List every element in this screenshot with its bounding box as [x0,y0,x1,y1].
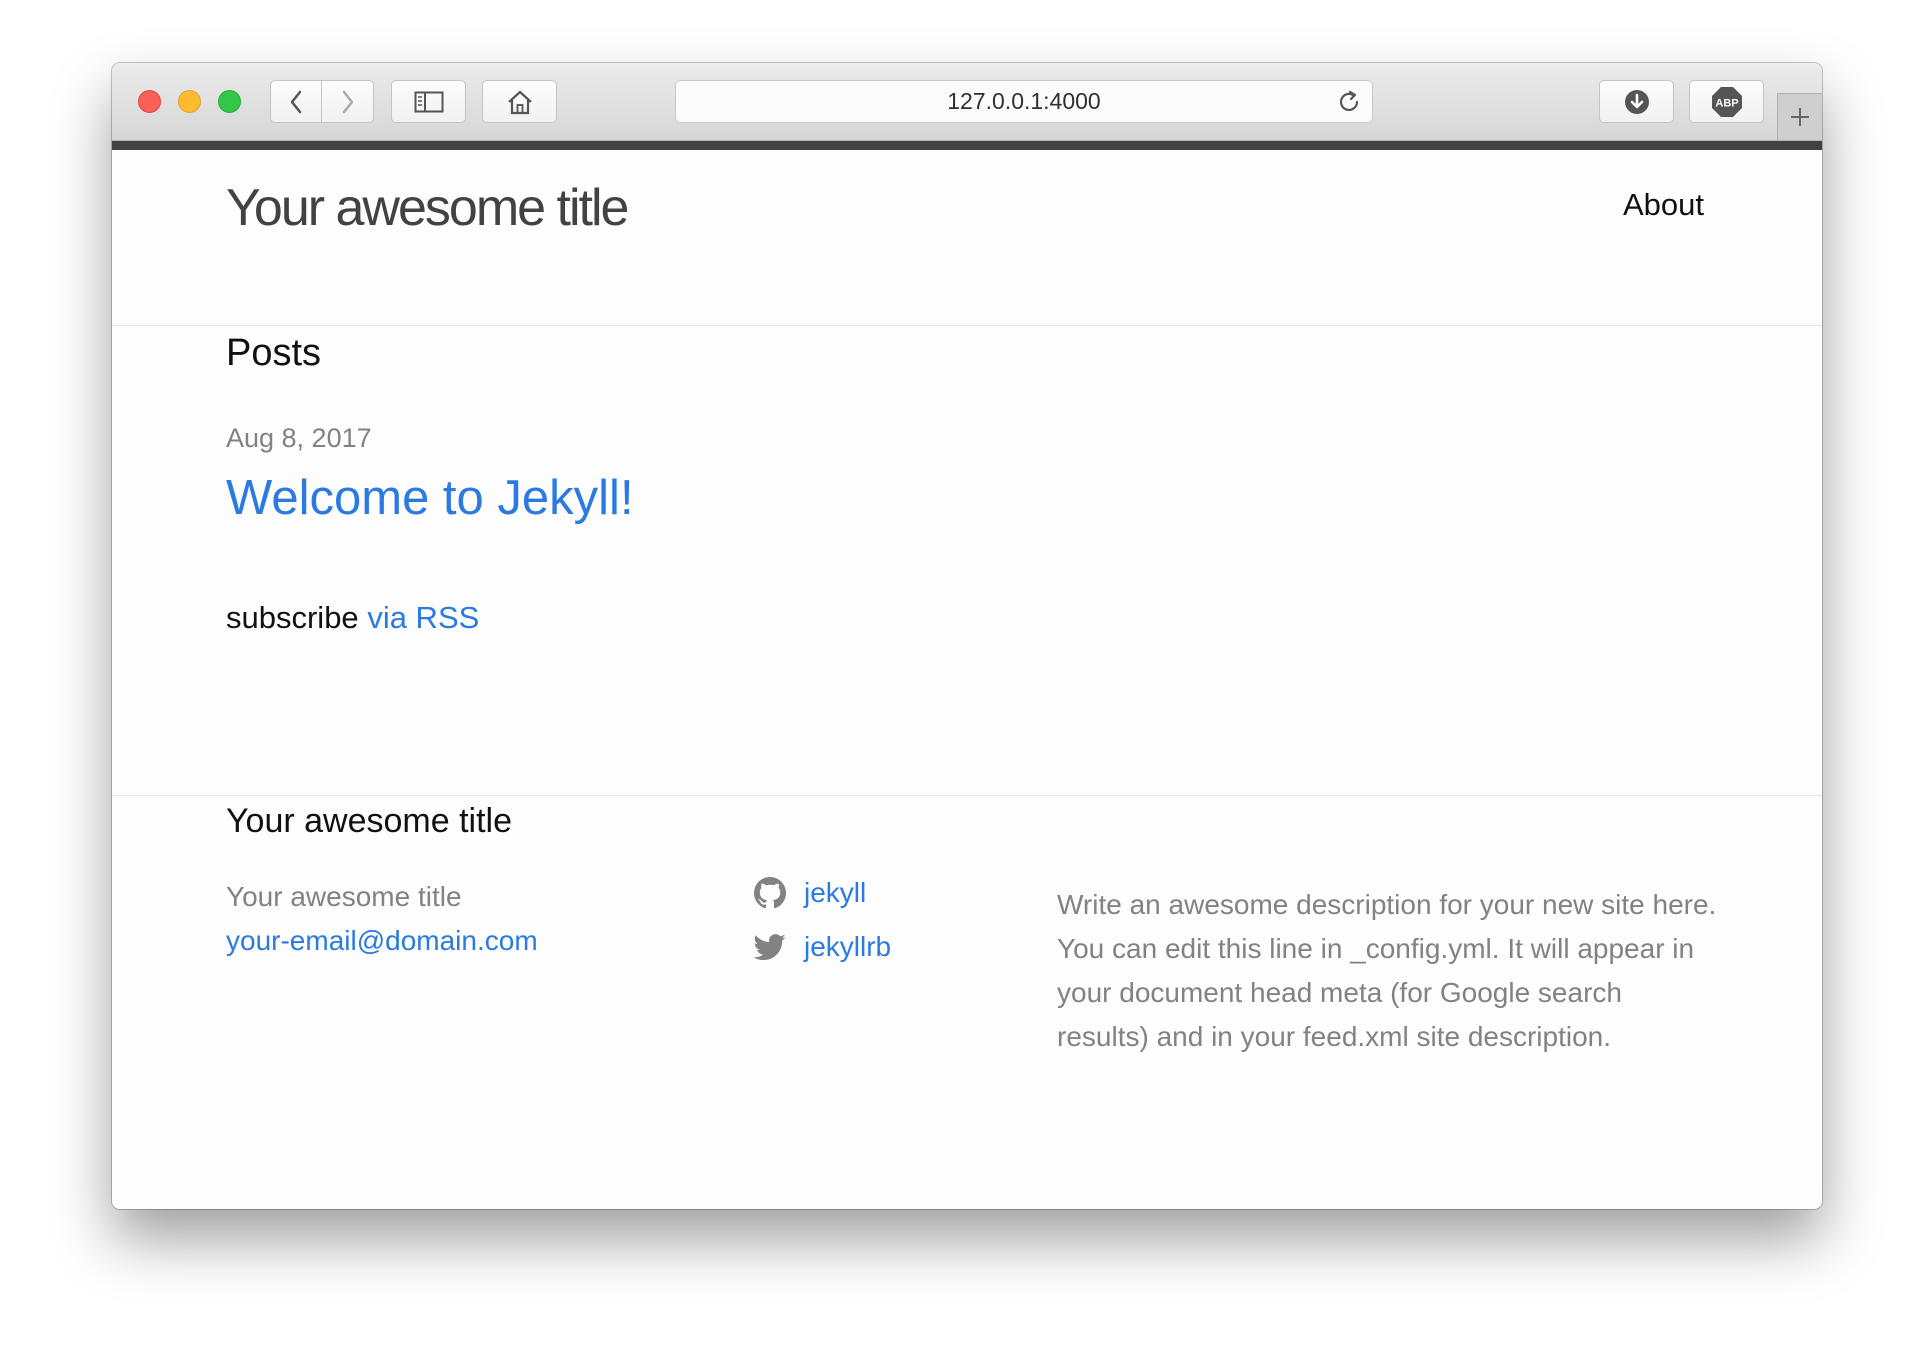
post-date: Aug 8, 2017 [226,423,372,453]
github-icon [754,877,786,909]
footer-heading: Your awesome title [226,802,513,840]
site-title[interactable]: Your awesome title [226,178,629,238]
footer-email-link[interactable]: your-email@domain.com [226,925,538,957]
header-divider [112,325,1822,326]
minimize-window-button[interactable] [178,90,201,113]
sidebar-icon [414,91,443,112]
browser-toolbar: 127.0.0.1:4000 ABP [112,63,1822,141]
chevron-left-icon [290,90,302,113]
social-link-github[interactable]: jekyll [754,877,866,909]
download-icon [1624,89,1649,114]
subscribe-line: subscribe via RSS [226,600,479,636]
page-content: Your awesome title About Posts Aug 8, 20… [112,150,1822,1209]
browser-window: 127.0.0.1:4000 ABP Your awesome title Ab… [112,63,1822,1209]
site-accent-bar [112,141,1822,150]
adblock-icon: ABP [1711,86,1742,117]
zoom-window-button[interactable] [218,90,241,113]
site-description: Write an awesome description for your ne… [1057,889,1717,1052]
new-tab-button[interactable] [1777,93,1822,140]
post-title-link[interactable]: Welcome to Jekyll! [226,470,634,526]
plus-icon [1791,108,1809,126]
sidebar-toggle-button[interactable] [391,80,466,123]
adblock-label: ABP [1715,97,1738,109]
github-username: jekyll [804,877,867,908]
downloads-button[interactable] [1599,80,1674,123]
nav-link-about[interactable]: About [1623,187,1704,223]
home-icon [507,90,532,114]
twitter-username: jekyllrb [804,931,892,962]
home-button[interactable] [482,80,557,123]
address-bar[interactable]: 127.0.0.1:4000 [675,80,1373,123]
url-text: 127.0.0.1:4000 [947,88,1101,114]
rss-link[interactable]: via RSS [367,600,479,635]
twitter-icon [754,934,786,961]
back-button[interactable] [270,80,322,123]
close-window-button[interactable] [138,90,161,113]
subscribe-text: subscribe [226,600,359,635]
social-link-twitter[interactable]: jekyllrb [754,931,891,963]
footer-name: Your awesome title [226,881,462,912]
reload-icon[interactable] [1336,89,1362,115]
chevron-right-icon [342,90,353,113]
footer-divider [112,795,1822,796]
forward-button[interactable] [322,80,374,123]
posts-heading: Posts [226,332,322,374]
adblock-button[interactable]: ABP [1689,80,1764,123]
